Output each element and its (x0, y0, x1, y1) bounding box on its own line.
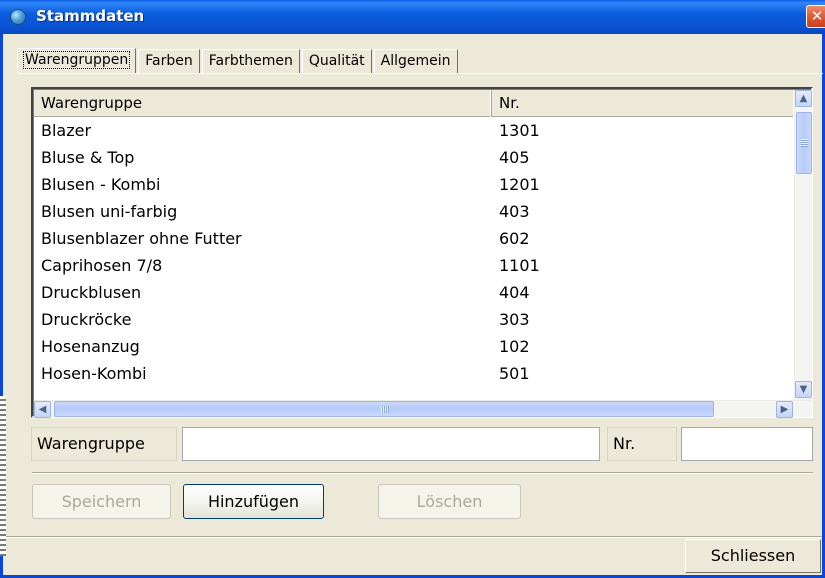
warengruppe-input[interactable] (182, 427, 600, 461)
tab-label: Qualität (308, 53, 365, 69)
table-row[interactable]: Druckröcke 303 (34, 309, 794, 336)
cell-name: Hosenanzug (41, 337, 140, 356)
nr-input[interactable] (681, 427, 813, 461)
vertical-scroll-thumb[interactable] (796, 112, 812, 174)
table-row[interactable]: Blusen - Kombi 1201 (34, 174, 794, 201)
cell-nr: 303 (499, 310, 530, 329)
table-row[interactable]: Druckblusen 404 (34, 282, 794, 309)
cell-nr: 602 (499, 229, 530, 248)
scroll-down-button[interactable]: ▼ (795, 381, 812, 398)
tab-farben[interactable]: Farben (138, 49, 200, 73)
tab-label: Allgemein (380, 53, 451, 69)
list-header: Warengruppe Nr. (34, 90, 794, 117)
warengruppe-label: Warengruppe (31, 427, 177, 461)
globe-icon (10, 9, 26, 25)
cell-nr: 1101 (499, 256, 540, 275)
chevron-left-icon: ◀ (38, 404, 47, 415)
save-button[interactable]: Speichern (32, 484, 171, 519)
stammdaten-window: Stammdaten ✕ Warengruppen Farben Farbthe… (0, 0, 825, 578)
window-title: Stammdaten (36, 7, 145, 25)
table-row[interactable]: Blusen uni-farbig 403 (34, 201, 794, 228)
tab-farbthemen[interactable]: Farbthemen (201, 49, 300, 73)
title-bar[interactable]: Stammdaten ✕ (0, 0, 825, 34)
cell-nr: 102 (499, 337, 530, 356)
tab-qualitaet[interactable]: Qualität (301, 49, 372, 73)
cell-nr: 1301 (499, 121, 540, 140)
table-row[interactable]: Caprihosen 7/8 1101 (34, 255, 794, 282)
scroll-up-button[interactable]: ▲ (795, 90, 812, 107)
table-row[interactable]: Hosenanzug 102 (34, 336, 794, 363)
table-row[interactable]: Bluse & Top 405 (34, 147, 794, 174)
warengruppen-list[interactable]: Warengruppe Nr. Blazer 1301 Bluse & Top 40… (31, 87, 813, 418)
horizontal-scroll-thumb[interactable] (54, 401, 714, 417)
bottom-separator (3, 536, 822, 538)
table-row[interactable]: Blusenblazer ohne Futter 602 (34, 228, 794, 255)
chevron-up-icon: ▲ (799, 93, 808, 104)
cell-name: Blusen - Kombi (41, 175, 161, 194)
cell-name: Hosen-Kombi (41, 364, 147, 383)
tab-label: Farbthemen (208, 53, 293, 69)
nr-label: Nr. (607, 427, 677, 461)
tab-label: Farben (145, 53, 193, 69)
delete-button[interactable]: Löschen (378, 484, 521, 519)
tab-label: Warengruppen (22, 51, 131, 69)
scroll-left-button[interactable]: ◀ (34, 401, 51, 418)
background-window-edge (0, 396, 6, 556)
close-button[interactable]: Schliessen (685, 539, 821, 573)
grip-icon (381, 406, 389, 413)
tab-allgemein[interactable]: Allgemein (373, 49, 458, 73)
cell-nr: 501 (499, 364, 530, 383)
window-close-button[interactable]: ✕ (806, 5, 825, 28)
cell-name: Caprihosen 7/8 (41, 256, 163, 275)
list-body: Warengruppe Nr. Blazer 1301 Bluse & Top 40… (33, 89, 812, 418)
cell-nr: 403 (499, 202, 530, 221)
list-rows: Blazer 1301 Bluse & Top 405 Blusen - Kombi… (34, 120, 794, 390)
cell-name: Druckröcke (41, 310, 132, 329)
vertical-scrollbar[interactable]: ▲ ▼ (794, 90, 812, 400)
tab-warengruppen[interactable]: Warengruppen (17, 48, 137, 73)
cell-nr: 405 (499, 148, 530, 167)
cell-name: Blusenblazer ohne Futter (41, 229, 242, 248)
cell-nr: 404 (499, 283, 530, 302)
add-button[interactable]: Hinzufügen (183, 484, 324, 519)
cell-name: Druckblusen (41, 283, 142, 302)
tab-strip: Warengruppen Farben Farbthemen Qualität … (17, 47, 460, 73)
cell-name: Blazer (41, 121, 92, 140)
column-header-nr[interactable]: Nr. (492, 90, 794, 117)
horizontal-scrollbar[interactable]: ◀ ▶ (34, 400, 812, 418)
table-row[interactable]: Blazer 1301 (34, 120, 794, 147)
chevron-right-icon: ▶ (780, 404, 789, 415)
chevron-down-icon: ▼ (799, 384, 808, 395)
grip-icon (801, 139, 808, 147)
cell-nr: 1201 (499, 175, 540, 194)
cell-name: Blusen uni-farbig (41, 202, 178, 221)
table-row[interactable]: Hosen-Kombi 501 (34, 363, 794, 390)
cell-name: Bluse & Top (41, 148, 135, 167)
column-header-warengruppe[interactable]: Warengruppe (34, 90, 492, 117)
separator (32, 472, 813, 474)
scroll-right-button[interactable]: ▶ (776, 401, 793, 418)
